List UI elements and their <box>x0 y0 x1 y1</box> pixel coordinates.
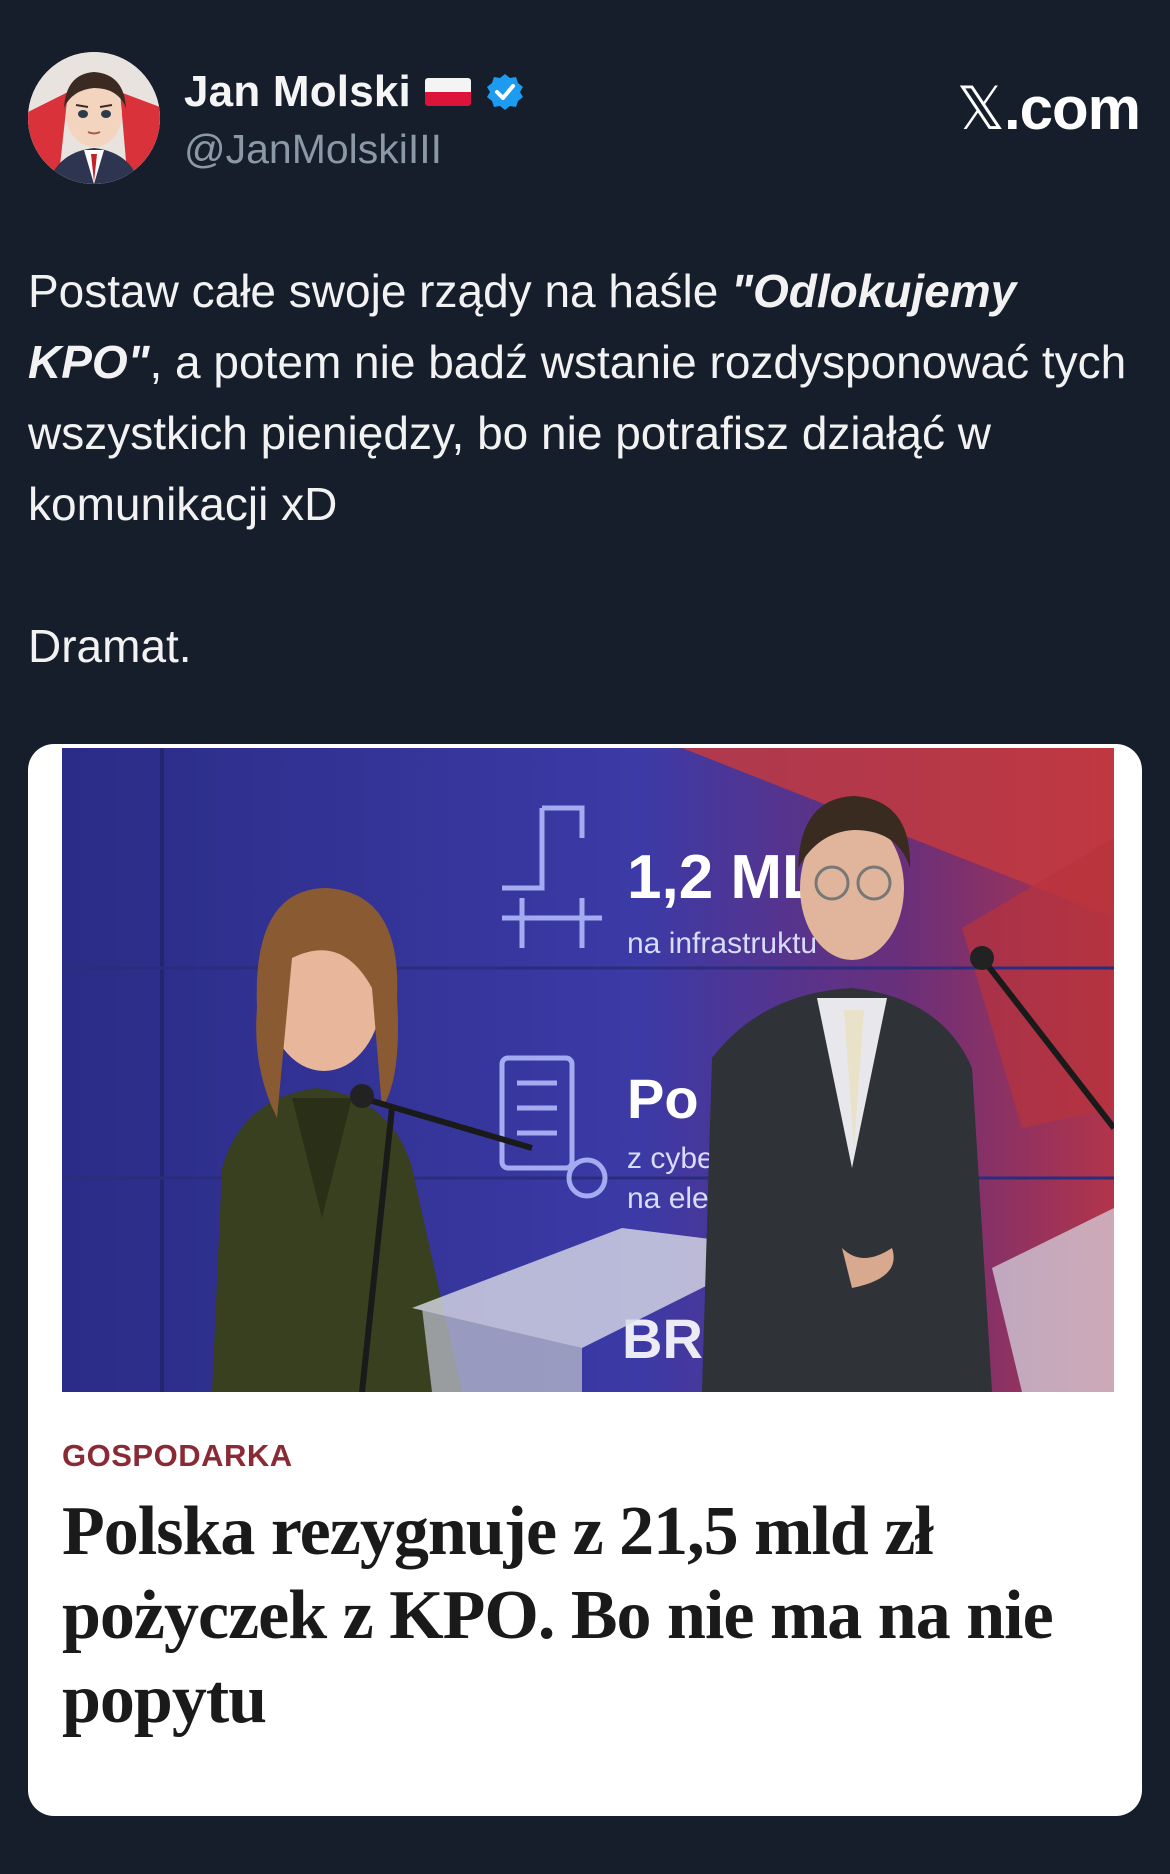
tweet-text-prefix: Postaw całe swoje rządy na haśle <box>28 265 732 317</box>
brand-domain-suffix: .com <box>1003 75 1141 142</box>
author-name-row: Jan Molski <box>184 62 525 122</box>
tweet-screenshot: Jan Molski @JanMolskiIII 𝕏.com Postaw ca… <box>0 0 1170 1874</box>
x-com-logo: 𝕏.com <box>956 74 1141 144</box>
verified-badge-icon <box>485 72 525 112</box>
image-stat-1-caption: na infrastruktu <box>627 927 817 960</box>
press-conference-image: 1,2 MLD na infrastruktu Po 13 z cyber na… <box>62 748 1114 1392</box>
tweet-paragraph-1: Postaw całe swoje rządy na haśle "Odloku… <box>28 256 1148 540</box>
poland-flag-icon <box>424 78 471 106</box>
tweet-header: Jan Molski @JanMolskiIII 𝕏.com <box>28 52 1141 184</box>
article-headline[interactable]: Polska rezygnuje z 21,5 mld zł pożyczek … <box>62 1490 1102 1742</box>
author-avatar[interactable] <box>28 52 160 184</box>
link-preview-card[interactable]: 1,2 MLD na infrastruktu Po 13 z cyber na… <box>28 744 1142 1816</box>
author-display-name[interactable]: Jan Molski <box>184 67 411 117</box>
x-logo-icon: 𝕏 <box>956 74 1005 144</box>
author-identity: Jan Molski @JanMolskiIII <box>184 62 525 173</box>
author-handle[interactable]: @JanMolskiIII <box>184 126 525 173</box>
tweet-body: Postaw całe swoje rządy na haśle "Odloku… <box>28 256 1148 682</box>
tweet-text-suffix: , a potem nie badź wstanie rozdysponować… <box>28 336 1127 530</box>
article-photo: 1,2 MLD na infrastruktu Po 13 z cyber na… <box>62 748 1114 1392</box>
article-category: GOSPODARKA <box>62 1438 293 1473</box>
avatar-illustration <box>28 52 160 184</box>
tweet-paragraph-2: Dramat. <box>28 620 192 672</box>
